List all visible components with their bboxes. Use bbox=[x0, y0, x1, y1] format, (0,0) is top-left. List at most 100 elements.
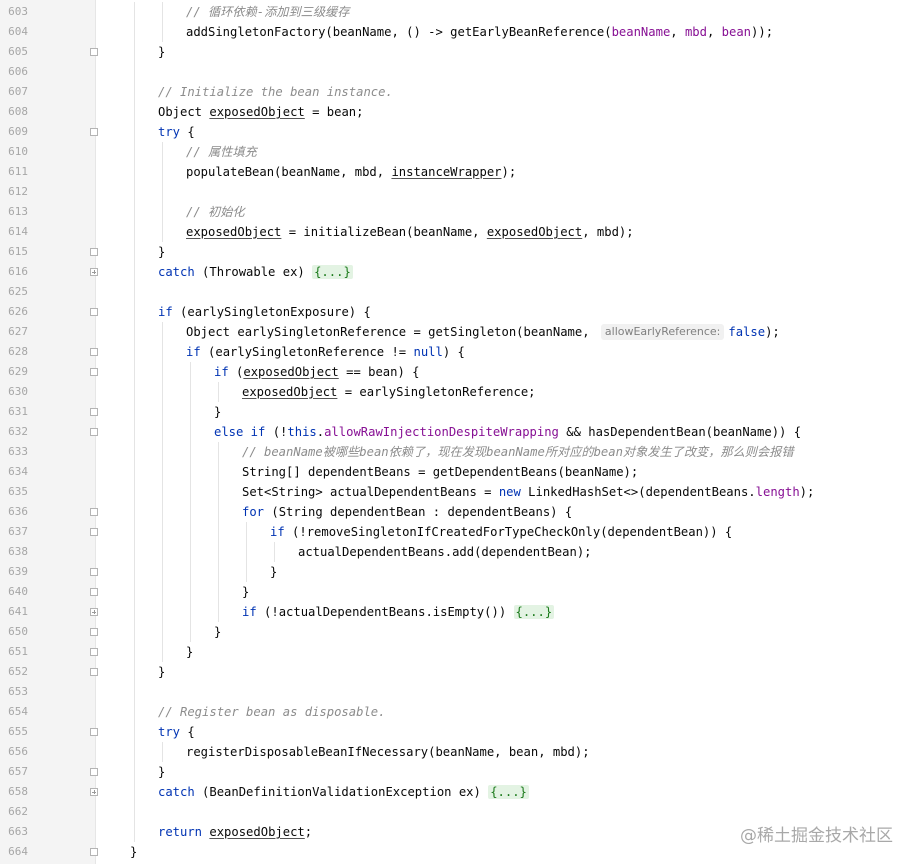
code-token: ) { bbox=[442, 345, 465, 359]
code-line[interactable]: else if (!this.allowRawInjectionDespiteW… bbox=[96, 422, 917, 442]
fold-expand-icon[interactable] bbox=[90, 788, 98, 796]
code-line[interactable]: } bbox=[96, 242, 917, 262]
code-line[interactable]: catch (Throwable ex) {...} bbox=[96, 262, 917, 282]
code-line[interactable]: if (earlySingletonReference != null) { bbox=[96, 342, 917, 362]
code-token: (String dependentBean : dependentBeans) … bbox=[264, 505, 573, 519]
fold-collapse-icon[interactable] bbox=[90, 668, 98, 676]
code-line[interactable]: for (String dependentBean : dependentBea… bbox=[96, 502, 917, 522]
variable-token: instanceWrapper bbox=[391, 165, 502, 179]
watermark: @稀土掘金技术社区 bbox=[740, 826, 893, 846]
comment-token: // 初始化 bbox=[186, 205, 245, 219]
fold-collapse-icon[interactable] bbox=[90, 728, 98, 736]
code-line[interactable]: } bbox=[96, 642, 917, 662]
variable-token: exposedObject bbox=[209, 105, 305, 119]
code-line[interactable]: registerDisposableBeanIfNecessary(beanNa… bbox=[96, 742, 917, 762]
code-token: } bbox=[158, 245, 166, 259]
code-line[interactable]: } bbox=[96, 622, 917, 642]
code-line[interactable] bbox=[96, 182, 917, 202]
keyword-token: catch bbox=[158, 785, 195, 799]
code-token: Object bbox=[158, 105, 210, 119]
fold-collapse-icon[interactable] bbox=[90, 768, 98, 776]
fold-collapse-icon[interactable] bbox=[90, 508, 98, 516]
code-line[interactable]: addSingletonFactory(beanName, () -> getE… bbox=[96, 22, 917, 42]
folded-region-button[interactable]: {...} bbox=[312, 265, 353, 279]
code-line[interactable]: // beanName被哪些bean依赖了，现在发现beanName所对应的be… bbox=[96, 442, 917, 462]
fold-collapse-icon[interactable] bbox=[90, 248, 98, 256]
code-line[interactable]: } bbox=[96, 582, 917, 602]
code-line[interactable]: } bbox=[96, 402, 917, 422]
code-line[interactable]: } bbox=[96, 662, 917, 682]
fold-collapse-icon[interactable] bbox=[90, 528, 98, 536]
keyword-token: else if bbox=[214, 425, 266, 439]
fold-collapse-icon[interactable] bbox=[90, 348, 98, 356]
variable-token: exposedObject bbox=[242, 385, 338, 399]
line-number: 611 bbox=[8, 165, 28, 178]
code-line[interactable]: } bbox=[96, 762, 917, 782]
code-line[interactable]: } bbox=[96, 42, 917, 62]
code-token: } bbox=[242, 585, 250, 599]
fold-expand-icon[interactable] bbox=[90, 268, 98, 276]
code-editor[interactable]: // 循环依赖-添加到三级缓存 addSingletonFactory(beanN… bbox=[0, 0, 917, 864]
fold-collapse-icon[interactable] bbox=[90, 368, 98, 376]
code-line[interactable]: // 属性填充 bbox=[96, 142, 917, 162]
code-token: ( bbox=[228, 365, 244, 379]
code-line[interactable]: } bbox=[96, 562, 917, 582]
field-token: beanName bbox=[611, 25, 671, 39]
code-line[interactable]: if (exposedObject == bean) { bbox=[96, 362, 917, 382]
code-area[interactable]: // 循环依赖-添加到三级缓存 addSingletonFactory(beanN… bbox=[96, 0, 917, 864]
code-line[interactable]: // Register bean as disposable. bbox=[96, 702, 917, 722]
code-line[interactable]: if (earlySingletonExposure) { bbox=[96, 302, 917, 322]
fold-collapse-icon[interactable] bbox=[90, 568, 98, 576]
line-number: 612 bbox=[8, 185, 28, 198]
keyword-token: this bbox=[287, 425, 317, 439]
code-line[interactable]: try { bbox=[96, 122, 917, 142]
code-line[interactable] bbox=[96, 62, 917, 82]
fold-collapse-icon[interactable] bbox=[90, 588, 98, 596]
code-line[interactable]: Set<String> actualDependentBeans = new L… bbox=[96, 482, 917, 502]
line-number: 629 bbox=[8, 365, 28, 378]
code-line[interactable]: if (!removeSingletonIfCreatedForTypeChec… bbox=[96, 522, 917, 542]
line-number: 605 bbox=[8, 45, 28, 58]
code-line[interactable]: exposedObject = initializeBean(beanName,… bbox=[96, 222, 917, 242]
line-number: 614 bbox=[8, 225, 28, 238]
code-line[interactable]: populateBean(beanName, mbd, instanceWrap… bbox=[96, 162, 917, 182]
code-line[interactable]: exposedObject = earlySingletonReference; bbox=[96, 382, 917, 402]
code-line[interactable]: String[] dependentBeans = getDependentBe… bbox=[96, 462, 917, 482]
code-text: // 初始化 bbox=[186, 202, 245, 222]
code-text: if (exposedObject == bean) { bbox=[214, 362, 419, 382]
code-text: if (earlySingletonExposure) { bbox=[158, 302, 371, 322]
keyword-token: null bbox=[413, 345, 443, 359]
folded-region-button[interactable]: {...} bbox=[513, 605, 555, 619]
code-line[interactable]: if (!actualDependentBeans.isEmpty()) {..… bbox=[96, 602, 917, 622]
code-token: Object earlySingletonReference = getSing… bbox=[186, 325, 597, 339]
fold-expand-icon[interactable] bbox=[90, 608, 98, 616]
code-line[interactable]: // 初始化 bbox=[96, 202, 917, 222]
line-number: 625 bbox=[8, 285, 28, 298]
code-line[interactable] bbox=[96, 802, 917, 822]
code-line[interactable]: // Initialize the bean instance. bbox=[96, 82, 917, 102]
fold-collapse-icon[interactable] bbox=[90, 308, 98, 316]
line-number: 603 bbox=[8, 5, 28, 18]
line-number: 663 bbox=[8, 825, 28, 838]
code-token: } bbox=[158, 665, 166, 679]
code-line[interactable] bbox=[96, 682, 917, 702]
code-line[interactable]: try { bbox=[96, 722, 917, 742]
line-number: 632 bbox=[8, 425, 28, 438]
fold-collapse-icon[interactable] bbox=[90, 428, 98, 436]
code-text: exposedObject = earlySingletonReference; bbox=[242, 382, 536, 402]
fold-collapse-icon[interactable] bbox=[90, 648, 98, 656]
code-line[interactable]: Object exposedObject = bean; bbox=[96, 102, 917, 122]
folded-region-button[interactable]: {...} bbox=[488, 785, 529, 799]
fold-collapse-icon[interactable] bbox=[90, 848, 98, 856]
code-line[interactable]: Object earlySingletonReference = getSing… bbox=[96, 322, 917, 342]
line-number: 655 bbox=[8, 725, 28, 738]
code-line[interactable] bbox=[96, 282, 917, 302]
code-line[interactable]: actualDependentBeans.add(dependentBean); bbox=[96, 542, 917, 562]
fold-collapse-icon[interactable] bbox=[90, 48, 98, 56]
fold-collapse-icon[interactable] bbox=[90, 128, 98, 136]
code-line[interactable]: // 循环依赖-添加到三级缓存 bbox=[96, 2, 917, 22]
code-line[interactable]: catch (BeanDefinitionValidationException… bbox=[96, 782, 917, 802]
keyword-token: catch bbox=[158, 265, 195, 279]
fold-collapse-icon[interactable] bbox=[90, 408, 98, 416]
fold-collapse-icon[interactable] bbox=[90, 628, 98, 636]
